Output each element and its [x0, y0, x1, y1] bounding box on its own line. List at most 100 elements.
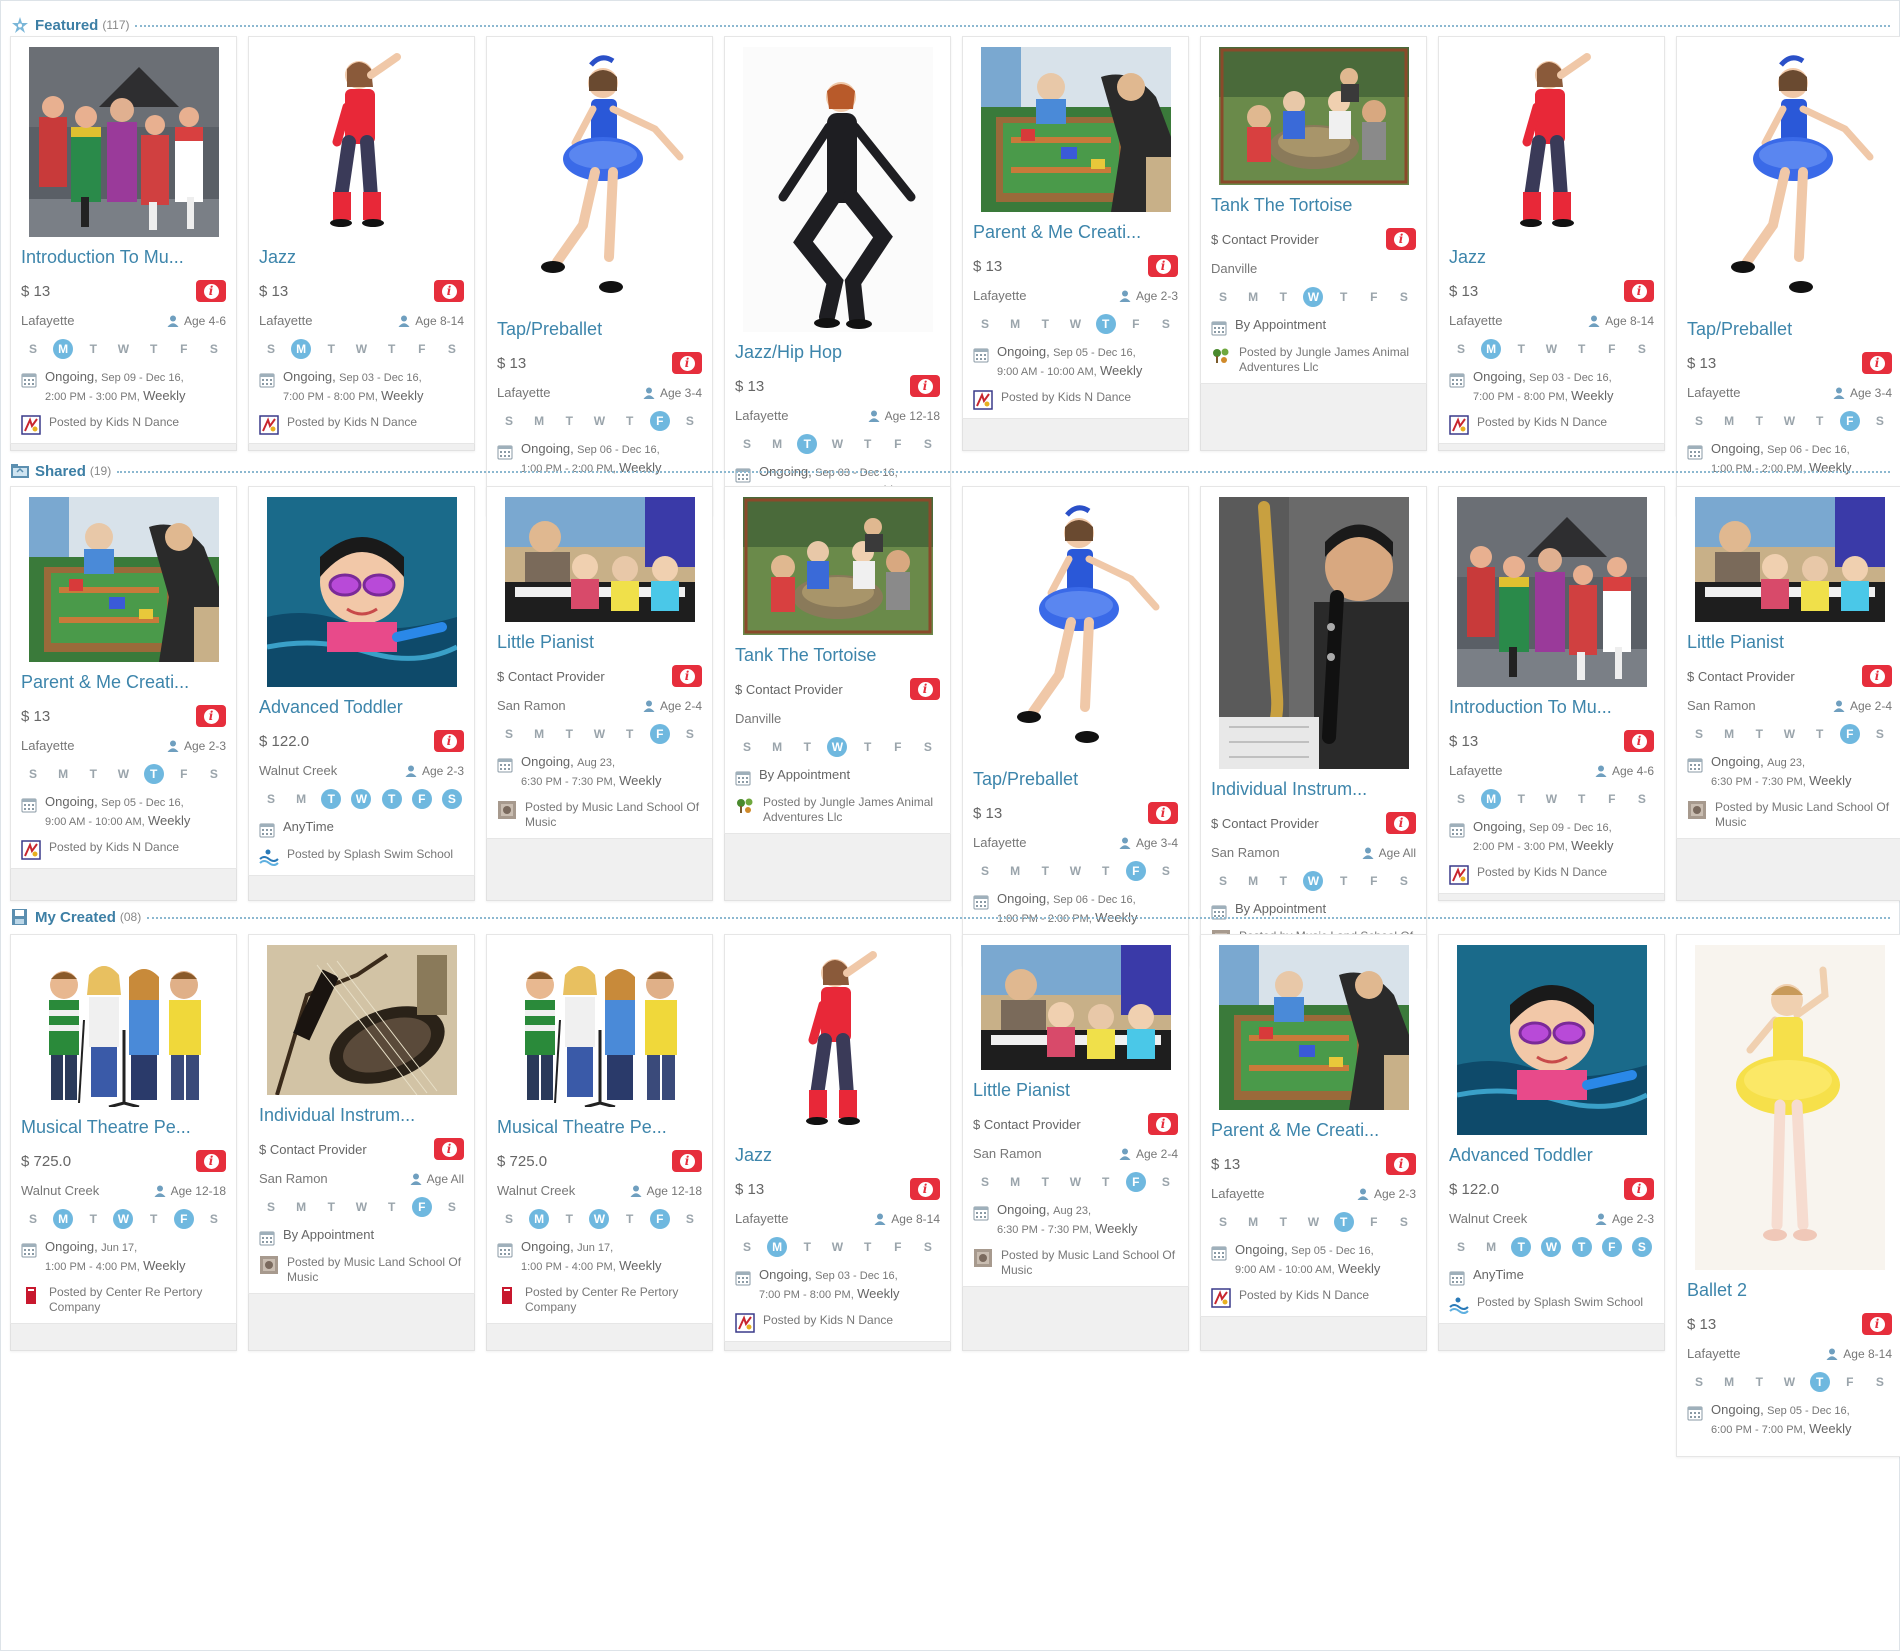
listing-card[interactable]: Advanced Toddler $ 122.0 i Walnut Creek Age … — [1438, 934, 1665, 1324]
posted-by[interactable]: Posted by Kids N Dance — [1449, 415, 1654, 435]
listing-card[interactable]: Individual Instrum... $ Contact Provider i… — [1200, 486, 1427, 968]
posted-by[interactable]: Posted by Music Land School Of Music — [497, 800, 702, 830]
listing-thumbnail[interactable] — [980, 945, 1171, 1070]
posted-by[interactable]: Posted by Splash Swim School — [259, 847, 464, 867]
listing-thumbnail[interactable] — [266, 945, 457, 1095]
info-button[interactable]: i — [1148, 1113, 1178, 1135]
listing-title[interactable]: Tap/Preballet — [973, 769, 1178, 790]
listing-title[interactable]: Introduction To Mu... — [1449, 697, 1654, 718]
section-header-my-created[interactable]: My Created (08) — [10, 906, 1890, 928]
listing-card[interactable]: Musical Theatre Pe... $ 725.0 i Walnut Cree… — [486, 934, 713, 1324]
listing-thumbnail[interactable] — [1694, 47, 1885, 309]
posted-by[interactable]: Posted by Kids N Dance — [735, 1313, 940, 1333]
info-button[interactable]: i — [434, 1138, 464, 1160]
info-button[interactable]: i — [196, 280, 226, 302]
listing-thumbnail[interactable] — [504, 945, 695, 1107]
listing-card[interactable]: Tank The Tortoise $ Contact Provider i Danv… — [724, 486, 951, 834]
listing-title[interactable]: Musical Theatre Pe... — [21, 1117, 226, 1138]
listing-title[interactable]: Tank The Tortoise — [735, 645, 940, 666]
listing-thumbnail[interactable] — [742, 47, 933, 332]
listing-card[interactable]: Musical Theatre Pe... $ 725.0 i Walnut Cree… — [10, 934, 237, 1324]
listing-title[interactable]: Parent & Me Creati... — [21, 672, 226, 693]
posted-by[interactable]: Posted by Splash Swim School — [1449, 1295, 1654, 1315]
listing-card[interactable]: Parent & Me Creati... $ 13 i Lafayette Age 2… — [10, 486, 237, 869]
listing-card[interactable]: Jazz $ 13 i Lafayette Age 8-14 S M T W T F S Ongoing… — [1438, 36, 1665, 444]
info-button[interactable]: i — [434, 730, 464, 752]
posted-by[interactable]: Posted by Music Land School Of Music — [973, 1248, 1178, 1278]
listing-title[interactable]: Tap/Preballet — [1687, 319, 1892, 340]
posted-by[interactable]: Posted by Kids N Dance — [21, 840, 226, 860]
listing-title[interactable]: Individual Instrum... — [1211, 779, 1416, 800]
listing-title[interactable]: Musical Theatre Pe... — [497, 1117, 702, 1138]
info-button[interactable]: i — [1862, 352, 1892, 374]
info-button[interactable]: i — [1386, 812, 1416, 834]
listing-thumbnail[interactable] — [504, 47, 695, 309]
listing-card[interactable]: Tap/Preballet $ 13 i Lafayette Age 3-4 S M T W T F… — [1676, 36, 1900, 516]
listing-title[interactable]: Introduction To Mu... — [21, 247, 226, 268]
listing-title[interactable]: Advanced Toddler — [259, 697, 464, 718]
info-button[interactable]: i — [672, 665, 702, 687]
listing-thumbnail[interactable] — [1694, 497, 1885, 622]
info-button[interactable]: i — [1386, 228, 1416, 250]
listing-card[interactable]: Tank The Tortoise $ Contact Provider i Danv… — [1200, 36, 1427, 384]
listing-title[interactable]: Advanced Toddler — [1449, 1145, 1654, 1166]
listing-thumbnail[interactable] — [980, 497, 1171, 759]
info-button[interactable]: i — [1862, 665, 1892, 687]
listing-title[interactable]: Little Pianist — [973, 1080, 1178, 1101]
listing-card[interactable]: Little Pianist $ Contact Provider i San Ram… — [486, 486, 713, 839]
listing-card[interactable]: Introduction To Mu... $ 13 i Lafayette Age 4… — [1438, 486, 1665, 894]
listing-thumbnail[interactable] — [1456, 945, 1647, 1135]
posted-by[interactable]: Posted by Jungle James Animal Adventures… — [735, 795, 940, 825]
listing-thumbnail[interactable] — [980, 47, 1171, 212]
posted-by[interactable]: Posted by Music Land School Of Music — [1687, 800, 1892, 830]
info-button[interactable]: i — [1624, 730, 1654, 752]
listing-title[interactable]: Tank The Tortoise — [1211, 195, 1416, 216]
info-button[interactable]: i — [196, 705, 226, 727]
listing-thumbnail[interactable] — [1456, 497, 1647, 687]
posted-by[interactable]: Posted by Kids N Dance — [1211, 1288, 1416, 1308]
listing-card[interactable]: Parent & Me Creati... $ 13 i Lafayette Age 2… — [1200, 934, 1427, 1317]
listing-card[interactable]: Little Pianist $ Contact Provider i San Ram… — [962, 934, 1189, 1287]
listing-thumbnail[interactable] — [266, 497, 457, 687]
info-button[interactable]: i — [1624, 1178, 1654, 1200]
info-button[interactable]: i — [910, 1178, 940, 1200]
listing-thumbnail[interactable] — [28, 945, 219, 1107]
listing-thumbnail[interactable] — [28, 47, 219, 237]
info-button[interactable]: i — [672, 352, 702, 374]
listing-title[interactable]: Little Pianist — [1687, 632, 1892, 653]
listing-title[interactable]: Parent & Me Creati... — [973, 222, 1178, 243]
listing-card[interactable]: Introduction To Mu... $ 13 i Lafayette Age 4… — [10, 36, 237, 444]
listing-thumbnail[interactable] — [1218, 497, 1409, 769]
posted-by[interactable]: Posted by Kids N Dance — [1449, 865, 1654, 885]
listing-card[interactable]: Ballet 2 $ 13 i Lafayette Age 8-14 S M T W T F S Ong… — [1676, 934, 1900, 1457]
info-button[interactable]: i — [1386, 1153, 1416, 1175]
posted-by[interactable]: Posted by Music Land School Of Music — [259, 1255, 464, 1285]
listing-thumbnail[interactable] — [266, 47, 457, 237]
posted-by[interactable]: Posted by Center Re Pertory Company — [21, 1285, 226, 1315]
listing-title[interactable]: Little Pianist — [497, 632, 702, 653]
section-header-featured[interactable]: Featured (117) — [10, 14, 1890, 36]
listing-card[interactable]: Advanced Toddler $ 122.0 i Walnut Creek Age … — [248, 486, 475, 876]
listing-title[interactable]: Jazz/Hip Hop — [735, 342, 940, 363]
posted-by[interactable]: Posted by Kids N Dance — [973, 390, 1178, 410]
listing-card[interactable]: Tap/Preballet $ 13 i Lafayette Age 3-4 S M T W T F… — [962, 486, 1189, 966]
posted-by[interactable]: Posted by Kids N Dance — [21, 415, 226, 435]
listing-thumbnail[interactable] — [1218, 945, 1409, 1110]
info-button[interactable]: i — [672, 1150, 702, 1172]
posted-by[interactable]: Posted by Jungle James Animal Adventures… — [1211, 345, 1416, 375]
listing-thumbnail[interactable] — [28, 497, 219, 662]
listing-card[interactable]: Tap/Preballet $ 13 i Lafayette Age 3-4 S M T W T F… — [486, 36, 713, 516]
listing-title[interactable]: Ballet 2 — [1687, 1280, 1892, 1301]
info-button[interactable]: i — [1862, 1313, 1892, 1335]
listing-card[interactable]: Parent & Me Creati... $ 13 i Lafayette Age 2… — [962, 36, 1189, 419]
info-button[interactable]: i — [1148, 802, 1178, 824]
section-header-shared[interactable]: Shared (19) — [10, 460, 1890, 482]
posted-by[interactable]: Posted by Kids N Dance — [259, 415, 464, 435]
listing-title[interactable]: Tap/Preballet — [497, 319, 702, 340]
listing-thumbnail[interactable] — [1218, 47, 1409, 185]
listing-thumbnail[interactable] — [1694, 945, 1885, 1270]
listing-thumbnail[interactable] — [504, 497, 695, 622]
listing-title[interactable]: Jazz — [1449, 247, 1654, 268]
listing-card[interactable]: Little Pianist $ Contact Provider i San Ram… — [1676, 486, 1900, 839]
listing-card[interactable]: Individual Instrum... $ Contact Provider i… — [248, 934, 475, 1294]
